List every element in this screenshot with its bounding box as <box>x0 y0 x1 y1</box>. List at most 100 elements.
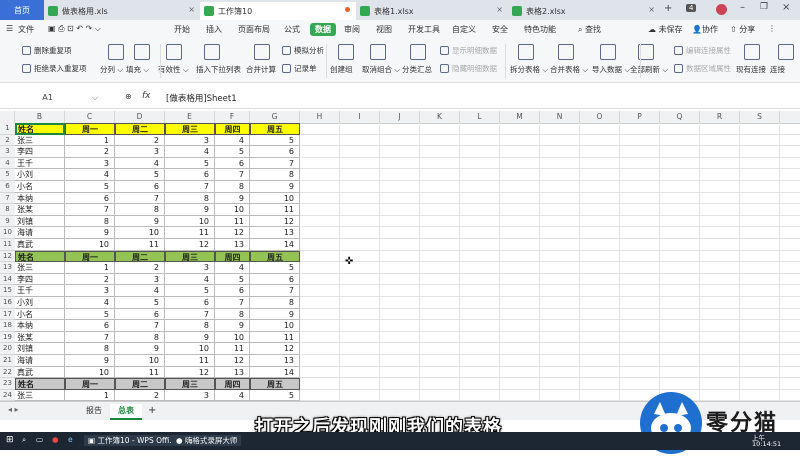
value-cell[interactable]: 4 <box>215 389 250 401</box>
fill-button[interactable]: 填充 ⌵ <box>126 64 149 75</box>
merge-calc-button[interactable]: 合并计算 <box>246 64 276 75</box>
document-tab[interactable]: 表格1.xlsx × <box>356 2 508 20</box>
value-cell[interactable]: 6 <box>250 146 300 158</box>
value-cell[interactable]: 9 <box>165 331 215 344</box>
value-cell[interactable]: 6 <box>165 169 215 181</box>
value-cell[interactable]: 9 <box>215 320 250 332</box>
value-cell[interactable]: 6 <box>115 308 165 321</box>
header-cell[interactable]: 周二 <box>115 250 165 263</box>
row-header[interactable]: 20 <box>0 343 15 355</box>
edge-icon[interactable]: e <box>68 435 73 444</box>
close-icon[interactable]: × <box>188 5 195 14</box>
name-box[interactable]: A1 <box>0 90 95 106</box>
refresh-all-button[interactable]: 全部刷新 ⌵ <box>630 64 668 75</box>
row-header[interactable]: 1 <box>0 123 15 135</box>
row-header[interactable]: 23 <box>0 378 15 390</box>
value-cell[interactable]: 9 <box>65 355 115 367</box>
value-cell[interactable]: 6 <box>115 181 165 193</box>
name-cell[interactable]: 王千 <box>15 157 65 170</box>
chrome-icon[interactable]: ● <box>52 435 59 444</box>
value-cell[interactable]: 9 <box>165 204 215 216</box>
value-cell[interactable]: 11 <box>115 239 165 251</box>
value-cell[interactable]: 4 <box>215 262 250 274</box>
split-table-button[interactable]: 拆分表格 ⌵ <box>510 64 548 75</box>
value-cell[interactable]: 7 <box>115 192 165 205</box>
value-cell[interactable]: 5 <box>250 389 300 401</box>
value-cell[interactable]: 10 <box>65 366 115 379</box>
value-cell[interactable]: 2 <box>115 389 165 401</box>
value-cell[interactable]: 9 <box>65 227 115 239</box>
value-cell[interactable]: 3 <box>65 157 115 170</box>
split-column-button[interactable]: 分列 ⌵ <box>100 64 123 75</box>
value-cell[interactable]: 10 <box>115 355 165 367</box>
row-header[interactable]: 10 <box>0 227 15 239</box>
data-range-button[interactable]: 数据区域属性 <box>686 63 731 74</box>
value-cell[interactable]: 11 <box>250 204 300 216</box>
value-cell[interactable]: 7 <box>215 297 250 309</box>
formula-input[interactable]: [做表格用]Sheet1 <box>166 92 237 104</box>
value-cell[interactable]: 13 <box>250 227 300 239</box>
menu-tab[interactable]: 插入 <box>206 24 222 35</box>
row-header[interactable]: 12 <box>0 250 15 263</box>
value-cell[interactable]: 4 <box>165 273 215 286</box>
show-detail-button[interactable]: 显示明细数据 <box>452 45 497 56</box>
value-cell[interactable]: 12 <box>250 343 300 355</box>
name-cell[interactable]: 本纳 <box>15 192 65 205</box>
value-cell[interactable]: 7 <box>115 320 165 332</box>
row-header[interactable]: 6 <box>0 181 15 193</box>
row-header[interactable]: 19 <box>0 331 15 344</box>
value-cell[interactable]: 9 <box>250 308 300 321</box>
column-header[interactable]: C <box>65 111 115 123</box>
share-button[interactable]: ⇧ 分享 <box>730 24 755 35</box>
value-cell[interactable]: 10 <box>165 215 215 228</box>
value-cell[interactable]: 4 <box>115 285 165 297</box>
header-cell[interactable]: 周四 <box>215 378 250 390</box>
menu-tab[interactable]: 公式 <box>284 24 300 35</box>
value-cell[interactable]: 11 <box>165 227 215 239</box>
avatar[interactable] <box>716 4 727 15</box>
row-header[interactable]: 18 <box>0 320 15 332</box>
value-cell[interactable]: 14 <box>250 239 300 251</box>
name-cell[interactable]: 张三 <box>15 262 65 274</box>
name-cell[interactable]: 海请 <box>15 227 65 239</box>
value-cell[interactable]: 7 <box>250 157 300 170</box>
tab-count-badge[interactable]: 4 <box>686 4 697 12</box>
document-tab[interactable]: 首页 <box>0 0 44 20</box>
header-cell[interactable]: 周三 <box>165 378 215 390</box>
chevron-down-icon[interactable]: ⌵ <box>92 93 98 103</box>
name-cell[interactable]: 李四 <box>15 146 65 158</box>
value-cell[interactable]: 10 <box>165 343 215 355</box>
row-header[interactable]: 15 <box>0 285 15 297</box>
file-menu[interactable]: 文件 <box>18 24 34 35</box>
name-cell[interactable]: 刘镇 <box>15 215 65 228</box>
value-cell[interactable]: 4 <box>165 146 215 158</box>
value-cell[interactable]: 10 <box>250 192 300 205</box>
header-cell[interactable]: 姓名 <box>15 250 65 263</box>
name-cell[interactable]: 真武 <box>15 239 65 251</box>
value-cell[interactable]: 2 <box>65 273 115 286</box>
value-cell[interactable]: 8 <box>250 169 300 181</box>
value-cell[interactable]: 5 <box>215 146 250 158</box>
header-cell[interactable]: 周一 <box>65 378 115 390</box>
delete-duplicates-button[interactable]: 删除重复项 <box>34 45 72 56</box>
task-view-icon[interactable]: ▭ <box>36 435 43 444</box>
value-cell[interactable]: 7 <box>165 308 215 321</box>
corner-cell[interactable] <box>0 111 15 123</box>
value-cell[interactable]: 7 <box>250 285 300 297</box>
restore-icon[interactable]: ❐ <box>760 2 768 12</box>
value-cell[interactable]: 3 <box>115 273 165 286</box>
column-header[interactable]: M <box>500 111 540 123</box>
minimize-icon[interactable]: – <box>740 2 745 13</box>
row-header[interactable]: 13 <box>0 262 15 274</box>
value-cell[interactable]: 8 <box>215 181 250 193</box>
column-header[interactable]: Q <box>660 111 700 123</box>
name-cell[interactable]: 张三 <box>15 134 65 147</box>
value-cell[interactable]: 5 <box>250 134 300 147</box>
value-cell[interactable]: 5 <box>115 297 165 309</box>
dropdown-list-button[interactable]: 插入下拉列表 <box>196 64 241 75</box>
value-cell[interactable]: 6 <box>65 192 115 205</box>
import-data-button[interactable]: 导入数据 ⌵ <box>592 64 630 75</box>
value-cell[interactable]: 13 <box>215 366 250 379</box>
collab-button[interactable]: 👤协作 <box>692 24 718 35</box>
row-header[interactable]: 9 <box>0 215 15 228</box>
